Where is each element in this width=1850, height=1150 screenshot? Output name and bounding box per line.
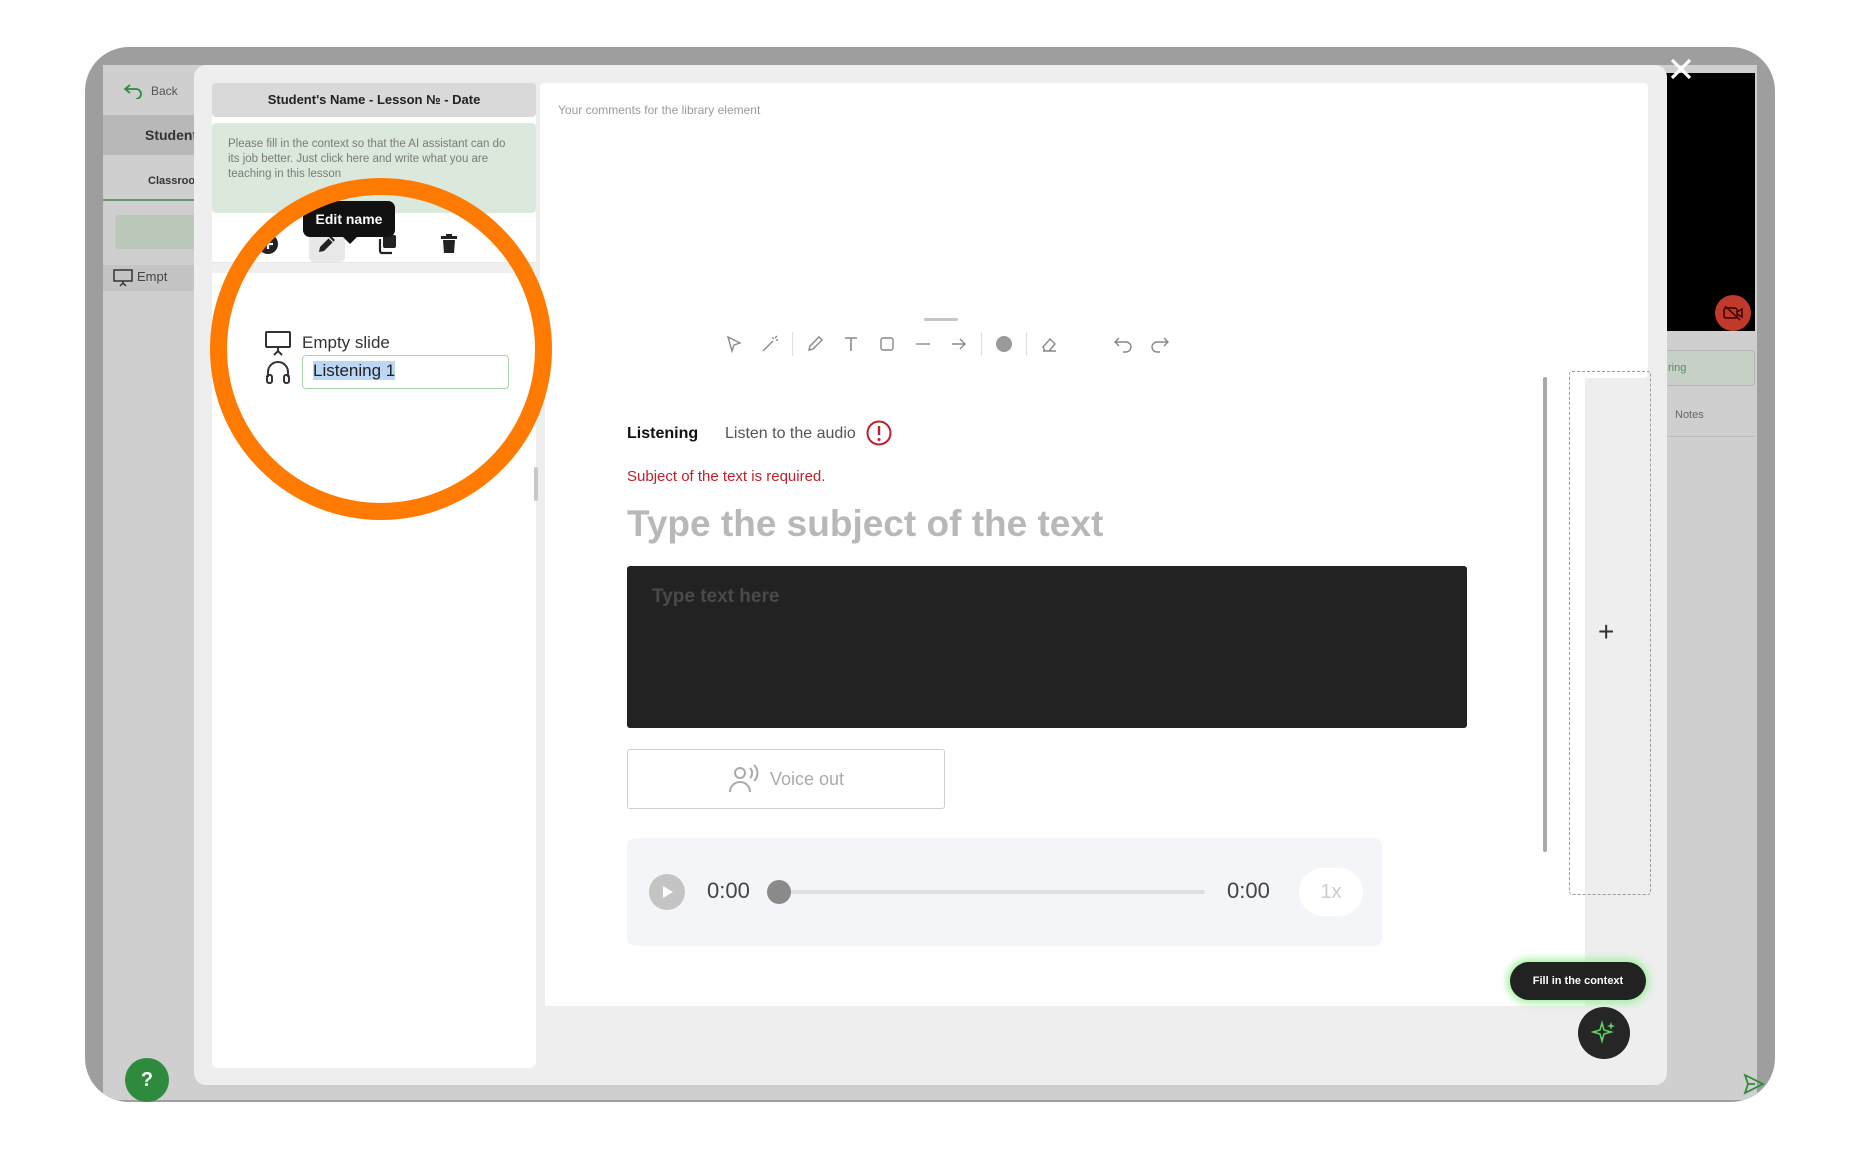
line-tool[interactable]: [905, 326, 941, 362]
vertical-scrollbar[interactable]: [1543, 377, 1547, 852]
magic-wand-icon: [762, 335, 778, 352]
highlight-ring: [210, 178, 552, 520]
presentation-icon: [113, 269, 133, 287]
undo-icon[interactable]: [1113, 334, 1133, 354]
redo-icon[interactable]: [1150, 334, 1170, 354]
current-time: 0:00: [707, 878, 750, 903]
voice-person-icon: [728, 764, 759, 793]
send-icon[interactable]: [1743, 1073, 1765, 1095]
pen-tool[interactable]: [797, 326, 833, 362]
toolbar-divider: [1026, 332, 1027, 356]
fill-context-button[interactable]: Fill in the context: [1510, 962, 1646, 1000]
color-dot-icon: [996, 336, 1012, 352]
shape-tool[interactable]: [869, 326, 905, 362]
warning-icon: [866, 420, 892, 446]
tab-listen-audio[interactable]: Listen to the audio: [725, 425, 856, 443]
audio-player: 0:00 0:00 1x: [627, 838, 1382, 946]
drawing-toolbar: [708, 322, 1120, 366]
panel-resize-handle[interactable]: [534, 467, 538, 501]
text-tool[interactable]: [833, 326, 869, 362]
back-link[interactable]: Back: [123, 83, 178, 99]
color-tool[interactable]: [986, 326, 1022, 362]
magic-tool[interactable]: [752, 326, 788, 362]
toolbar-divider: [981, 332, 982, 356]
right-tab-notes[interactable]: Notes: [1663, 397, 1755, 437]
voice-out-button[interactable]: Voice out: [627, 749, 945, 809]
sparkle-icon: [1591, 1020, 1615, 1044]
back-label: Back: [151, 84, 178, 98]
arrow-right-icon: [952, 338, 966, 350]
toolbar-divider: [792, 332, 793, 356]
back-arrow-icon: [123, 84, 142, 99]
right-tab-1[interactable]: ring: [1663, 350, 1755, 386]
speed-button[interactable]: 1x: [1299, 868, 1363, 916]
eraser-tool[interactable]: [1031, 326, 1067, 362]
video-preview: [1663, 73, 1755, 331]
line-icon: [916, 343, 930, 345]
add-block-button[interactable]: +: [1598, 616, 1614, 648]
subject-input[interactable]: Type the subject of the text: [627, 503, 1103, 545]
progress-knob[interactable]: [767, 880, 791, 904]
close-modal-icon[interactable]: [1667, 55, 1695, 83]
eraser-icon: [1042, 337, 1056, 352]
ai-assistant-button[interactable]: [1578, 1007, 1630, 1059]
pen-icon: [808, 336, 823, 351]
voice-out-label: Voice out: [769, 768, 845, 789]
cursor-icon: [726, 335, 742, 353]
help-button[interactable]: ?: [125, 1058, 169, 1102]
camera-off-button[interactable]: [1715, 295, 1751, 331]
text-editor[interactable]: Type text here: [627, 566, 1467, 728]
comments-placeholder: Your comments for the library element: [558, 103, 761, 117]
arrow-tool[interactable]: [941, 326, 977, 362]
select-tool[interactable]: [716, 326, 752, 362]
subject-error: Subject of the text is required.: [627, 468, 826, 485]
text-placeholder: Type text here: [652, 586, 780, 607]
history-toolbar: [1098, 322, 1184, 366]
bg-slide-label: Empt: [137, 269, 168, 284]
duration: 0:00: [1227, 878, 1270, 903]
tab-listening[interactable]: Listening: [627, 425, 698, 443]
play-button[interactable]: [649, 874, 685, 910]
lesson-title[interactable]: Student's Name - Lesson № - Date: [212, 83, 536, 117]
text-icon: [845, 337, 857, 351]
slide-canvas: Listening Listen to the audio Subject of…: [545, 373, 1585, 1006]
progress-track[interactable]: [769, 890, 1205, 894]
square-icon: [880, 337, 894, 351]
camera-off-icon: [1723, 305, 1743, 321]
play-icon: [663, 886, 673, 898]
add-block-column[interactable]: +: [1569, 371, 1651, 895]
comments-resize-handle[interactable]: [924, 318, 958, 321]
